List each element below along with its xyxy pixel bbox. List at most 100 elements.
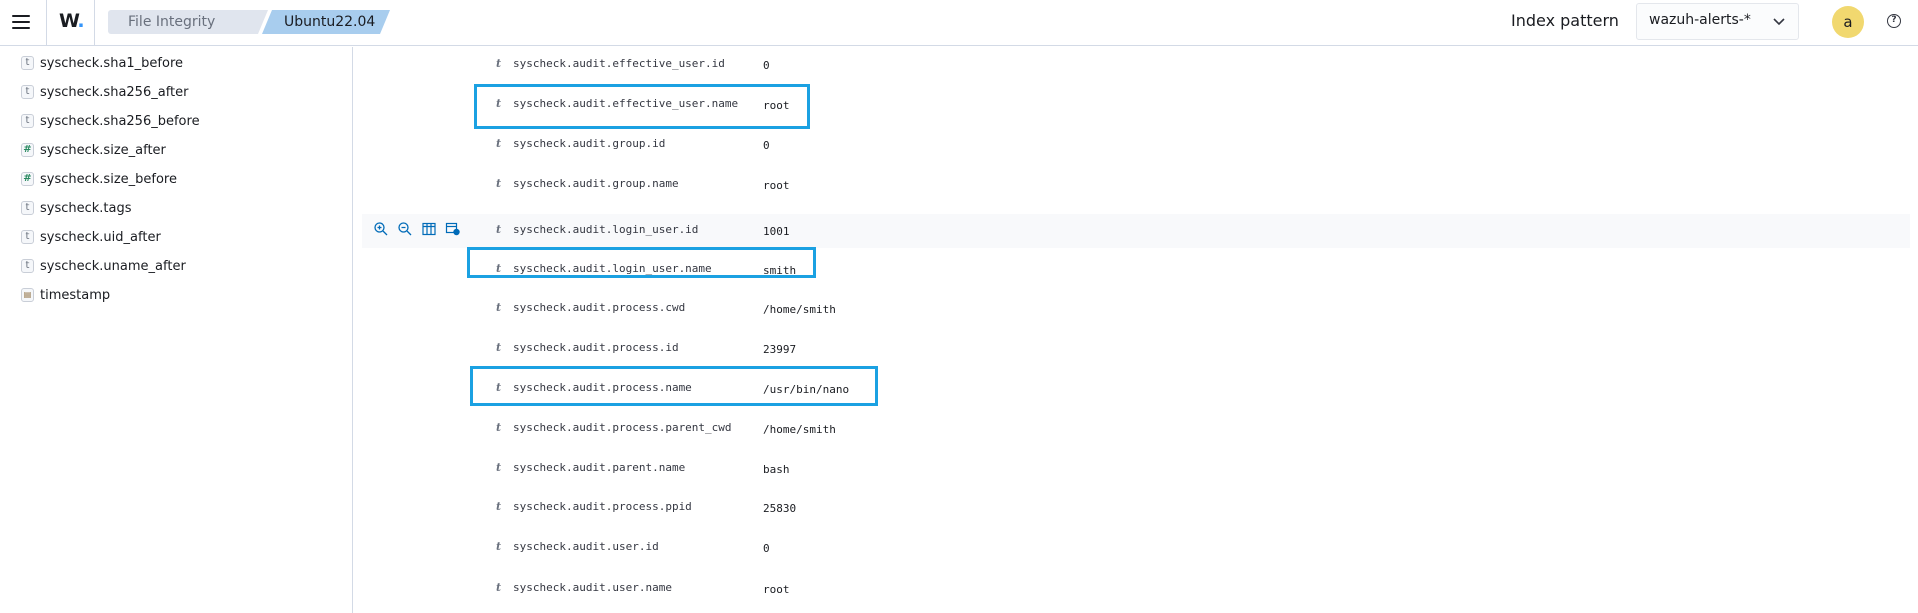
table-row: t syscheck.audit.user.id 0 (362, 531, 1910, 565)
toggle-column-icon[interactable] (421, 221, 437, 237)
string-type-icon: t (21, 230, 34, 244)
sidebar-field-item[interactable]: # syscheck.size_before (21, 168, 177, 190)
help-icon[interactable]: ? (1887, 14, 1901, 28)
field-name: syscheck.uid_after (40, 229, 161, 245)
index-pattern-label: Index pattern (1511, 11, 1619, 30)
sidebar-field-item[interactable]: t syscheck.uname_after (21, 255, 186, 277)
string-type-icon: t (496, 97, 502, 110)
field-value: smith (763, 264, 797, 277)
document-detail-table: t syscheck.audit.effective_user.id 0 t s… (354, 47, 1918, 613)
field-name: syscheck.audit.login_user.id (513, 223, 699, 236)
field-value: 0 (763, 542, 770, 555)
filter-exists-icon[interactable] (445, 221, 461, 237)
field-name: syscheck.audit.process.name (513, 381, 692, 394)
field-name: syscheck.audit.group.name (513, 177, 679, 190)
table-row: t syscheck.audit.effective_user.name roo… (362, 87, 1910, 121)
sidebar-field-item[interactable]: t syscheck.sha256_before (21, 110, 200, 132)
field-value: root (763, 583, 790, 596)
field-value: 25830 (763, 502, 797, 515)
sidebar-field-item[interactable]: t syscheck.sha256_after (21, 81, 188, 103)
number-type-icon: # (21, 172, 34, 186)
table-row: t syscheck.audit.process.id 23997 (362, 332, 1910, 366)
string-type-icon: t (496, 381, 502, 394)
field-value: 23997 (763, 343, 797, 356)
sidebar-field-item[interactable]: # syscheck.size_after (21, 139, 166, 161)
field-name: syscheck.audit.group.id (513, 137, 666, 150)
field-value: root (763, 179, 790, 192)
string-type-icon: t (496, 177, 502, 190)
index-pattern-value: wazuh-alerts-* (1649, 12, 1751, 28)
row-action-buttons (373, 221, 461, 237)
table-row: t syscheck.audit.user.name root (362, 571, 1910, 605)
sidebar-field-item[interactable]: t syscheck.tags (21, 197, 132, 219)
zoom-out-icon[interactable] (397, 221, 413, 237)
top-header: W. File Integrity M... Ubuntu22.04 Index… (0, 0, 1918, 46)
field-name: syscheck.uname_after (40, 258, 186, 274)
user-avatar[interactable]: a (1832, 6, 1864, 38)
field-name: syscheck.audit.parent.name (513, 461, 686, 474)
field-name: syscheck.audit.process.id (513, 341, 679, 354)
field-value: 0 (763, 139, 770, 152)
string-type-icon: t (496, 421, 502, 434)
string-type-icon: t (496, 223, 502, 236)
string-type-icon: t (21, 201, 34, 215)
table-row: t syscheck.audit.effective_user.id 0 (362, 47, 1910, 81)
header-divider (46, 0, 47, 46)
field-value: root (763, 99, 790, 112)
header-divider (94, 0, 95, 46)
number-type-icon: # (21, 143, 34, 157)
table-row: t syscheck.audit.login_user.name smith (362, 248, 1910, 282)
hamburger-menu-icon[interactable] (12, 10, 34, 34)
string-type-icon: t (21, 114, 34, 128)
sidebar-field-item[interactable]: t syscheck.uid_after (21, 226, 161, 248)
field-value: 0 (763, 59, 770, 72)
string-type-icon: t (496, 540, 502, 553)
field-name: syscheck.audit.login_user.name (513, 262, 712, 275)
field-name: syscheck.size_after (40, 142, 166, 158)
field-name: syscheck.tags (40, 200, 132, 216)
table-row: t syscheck.audit.group.id 0 (362, 127, 1910, 161)
table-row: t syscheck.audit.group.name root (362, 167, 1910, 201)
string-type-icon: t (496, 341, 502, 354)
field-value: /home/smith (763, 423, 836, 436)
sidebar-field-item[interactable]: t syscheck.sha1_before (21, 52, 183, 74)
sidebar-field-item[interactable]: ▤ timestamp (21, 284, 110, 306)
field-value: /usr/bin/nano (763, 383, 850, 396)
table-row: t syscheck.audit.process.ppid 25830 (362, 491, 1910, 525)
string-type-icon: t (496, 137, 502, 150)
index-pattern-select[interactable]: wazuh-alerts-* (1636, 3, 1799, 40)
breadcrumb: File Integrity M... Ubuntu22.04 (108, 10, 390, 34)
breadcrumb-file-integrity[interactable]: File Integrity M... (108, 10, 268, 34)
field-value: /home/smith (763, 303, 836, 316)
string-type-icon: t (496, 500, 502, 513)
field-list-sidebar: t syscheck.sha1_before t syscheck.sha256… (0, 47, 353, 613)
field-name: syscheck.audit.process.ppid (513, 500, 692, 513)
string-type-icon: t (21, 56, 34, 70)
calendar-type-icon: ▤ (21, 288, 34, 302)
zoom-in-icon[interactable] (373, 221, 389, 237)
string-type-icon: t (496, 57, 502, 70)
string-type-icon: t (496, 461, 502, 474)
field-value: 1001 (763, 225, 790, 238)
field-name: syscheck.audit.effective_user.id (513, 57, 725, 70)
wazuh-logo[interactable]: W. (59, 10, 85, 32)
breadcrumb-agent[interactable]: Ubuntu22.04 (262, 10, 390, 34)
field-name: syscheck.size_before (40, 171, 177, 187)
table-row: t syscheck.audit.process.name /usr/bin/n… (362, 372, 1910, 406)
string-type-icon: t (21, 85, 34, 99)
field-name: timestamp (40, 287, 111, 303)
table-row: t syscheck.audit.process.parent_cwd /hom… (362, 412, 1910, 446)
field-name: syscheck.audit.effective_user.name (513, 97, 739, 110)
table-row-hovered: t syscheck.audit.login_user.id 1001 (362, 214, 1910, 248)
string-type-icon: t (496, 301, 502, 314)
field-name: syscheck.audit.user.id (513, 540, 659, 553)
field-name: syscheck.sha256_before (40, 113, 200, 129)
field-name: syscheck.sha1_before (40, 55, 184, 71)
field-name: syscheck.audit.user.name (513, 581, 672, 594)
string-type-icon: t (496, 262, 502, 275)
string-type-icon: t (21, 259, 34, 273)
field-value: bash (763, 463, 790, 476)
field-name: syscheck.audit.process.cwd (513, 301, 686, 314)
string-type-icon: t (496, 581, 502, 594)
table-row: t syscheck.audit.parent.name bash (362, 452, 1910, 486)
